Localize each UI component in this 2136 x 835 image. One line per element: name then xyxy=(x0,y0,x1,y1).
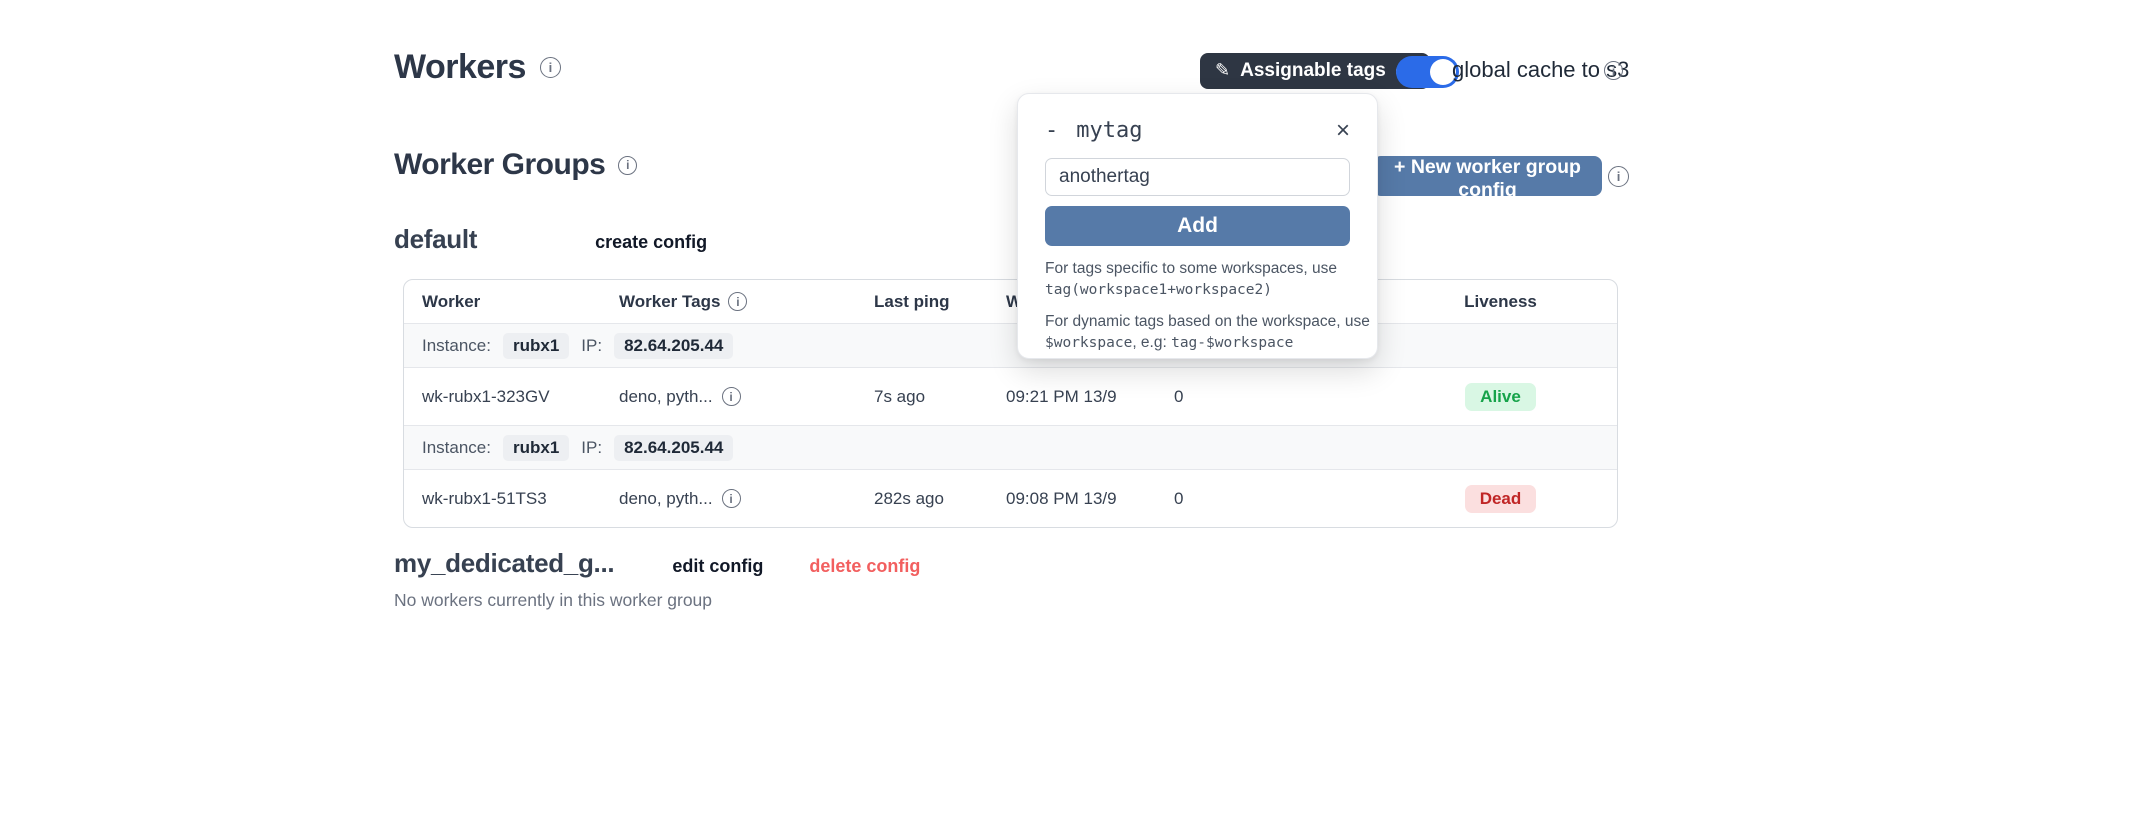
ip-label: IP: xyxy=(581,438,602,458)
help-code: tag(workspace1+workspace2) xyxy=(1045,282,1272,298)
last-ping: 7s ago xyxy=(874,387,1006,407)
instance-ip: 82.64.205.44 xyxy=(614,333,733,359)
new-worker-group-config-button[interactable]: + New worker group config xyxy=(1373,156,1602,196)
global-cache-toggle[interactable] xyxy=(1396,56,1459,88)
pencil-icon: ✎ xyxy=(1215,60,1230,81)
jobs-count: 0 xyxy=(1174,489,1384,509)
close-icon[interactable]: × xyxy=(1336,119,1350,143)
table-header-row: Worker Worker Tags i Last ping Worker st… xyxy=(404,280,1617,323)
group-heading-default: default create config xyxy=(394,224,707,255)
page-title: Workers xyxy=(394,48,526,87)
workers-page: Workers i ✎ Assignable tags i global cac… xyxy=(0,0,2136,835)
jobs-count: 0 xyxy=(1174,387,1384,407)
worker-tags-cell: deno, pyth... i xyxy=(619,387,874,407)
help-code: tag-$workspace xyxy=(1171,335,1293,351)
tag-row: - mytag × xyxy=(1045,118,1350,143)
table-row-instance: Instance: rubx1 IP: 82.64.205.44 xyxy=(404,425,1617,469)
assignable-tags-label: Assignable tags xyxy=(1240,60,1386,82)
worker-start: 09:08 PM 13/9 xyxy=(1006,489,1174,509)
instance-ip: 82.64.205.44 xyxy=(614,435,733,461)
info-icon[interactable]: i xyxy=(722,387,741,406)
instance-name: rubx1 xyxy=(503,333,569,359)
group-name: my_dedicated_g... xyxy=(394,548,614,579)
col-worker: Worker xyxy=(422,292,619,312)
table-row-worker: wk-rubx1-51TS3 deno, pyth... i 282s ago … xyxy=(404,469,1617,527)
col-liveness: Liveness xyxy=(1384,292,1617,312)
page-title-row: Workers i xyxy=(394,48,561,87)
status-badge: Alive xyxy=(1465,383,1536,411)
col-worker-tags: Worker Tags i xyxy=(619,292,874,312)
tags-help-workspaces: For tags specific to some workspaces, us… xyxy=(1045,259,1350,301)
group-name: default xyxy=(394,224,477,255)
create-config-link[interactable]: create config xyxy=(595,232,707,253)
last-ping: 282s ago xyxy=(874,489,1006,509)
delete-config-link[interactable]: delete config xyxy=(809,556,920,577)
worker-groups-title-row: Worker Groups i xyxy=(394,148,637,182)
edit-config-link[interactable]: edit config xyxy=(672,556,763,577)
worker-tags: deno, pyth... xyxy=(619,489,713,509)
workers-table: Worker Worker Tags i Last ping Worker st… xyxy=(403,279,1618,528)
col-last-ping: Last ping xyxy=(874,292,1006,312)
info-icon[interactable]: i xyxy=(1608,166,1629,187)
info-icon[interactable]: i xyxy=(722,489,741,508)
worker-start: 09:21 PM 13/9 xyxy=(1006,387,1174,407)
add-tag-button[interactable]: Add xyxy=(1045,206,1350,246)
worker-tags: deno, pyth... xyxy=(619,387,713,407)
tag-name: mytag xyxy=(1076,118,1142,143)
instance-label: Instance: xyxy=(422,336,491,356)
instance-name: rubx1 xyxy=(503,435,569,461)
info-icon[interactable]: i xyxy=(618,156,637,175)
help-code: $workspace xyxy=(1045,335,1132,351)
instance-label: Instance: xyxy=(422,438,491,458)
worker-groups-title: Worker Groups xyxy=(394,148,605,182)
help-text: For tags specific to some workspaces, us… xyxy=(1045,260,1337,277)
table-row-worker: wk-rubx1-323GV deno, pyth... i 7s ago 09… xyxy=(404,367,1617,425)
info-icon[interactable]: i xyxy=(540,57,561,78)
assignable-tags-popup: - mytag × Add For tags specific to some … xyxy=(1017,93,1378,359)
worker-name: wk-rubx1-323GV xyxy=(422,387,619,407)
info-icon[interactable]: i xyxy=(728,292,747,311)
help-text: , e.g: xyxy=(1132,334,1171,351)
empty-group-message: No workers currently in this worker grou… xyxy=(394,590,712,611)
tags-help-dynamic: For dynamic tags based on the workspace,… xyxy=(1045,312,1350,354)
help-text: For dynamic tags based on the workspace,… xyxy=(1045,313,1370,330)
col-worker-tags-label: Worker Tags xyxy=(619,292,720,312)
new-tag-input[interactable] xyxy=(1045,158,1350,196)
table-row-instance: Instance: rubx1 IP: 82.64.205.44 xyxy=(404,323,1617,367)
worker-name: wk-rubx1-51TS3 xyxy=(422,489,619,509)
status-badge: Dead xyxy=(1465,485,1537,513)
group-heading-dedicated: my_dedicated_g... edit config delete con… xyxy=(394,548,920,579)
global-cache-label: global cache to s3 xyxy=(1452,57,1629,83)
worker-tags-cell: deno, pyth... i xyxy=(619,489,874,509)
ip-label: IP: xyxy=(581,336,602,356)
remove-tag-button[interactable]: - xyxy=(1045,118,1058,143)
info-icon[interactable]: i xyxy=(1604,61,1623,80)
